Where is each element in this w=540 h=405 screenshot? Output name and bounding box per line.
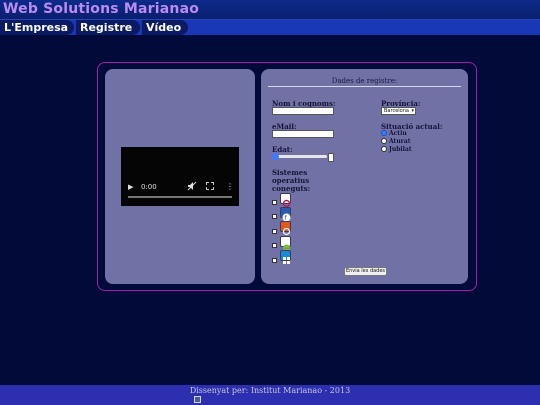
form-legend: Dades de registre:	[331, 77, 398, 85]
nav-tab-empresa[interactable]: L'Empresa	[0, 20, 74, 35]
os-label: Sistemes operatius coneguts:	[272, 168, 311, 193]
play-icon[interactable]: ▶	[128, 183, 133, 191]
main-nav: L'Empresa Registre Vídeo	[0, 20, 540, 35]
age-slider-handle[interactable]	[272, 153, 279, 160]
more-options-icon[interactable]: ⋮	[226, 182, 234, 191]
os-checkbox-ubuntu[interactable]	[272, 229, 277, 234]
status-option-aturat: Aturat	[389, 138, 411, 145]
validation-badge-icon[interactable]	[194, 396, 201, 403]
site-title: Web Solutions Marianao	[3, 1, 200, 17]
province-selected-value: Barcelona	[384, 108, 409, 114]
age-slider-track[interactable]	[274, 155, 327, 158]
name-input[interactable]	[272, 107, 334, 115]
email-input[interactable]	[272, 130, 334, 138]
video-time: 0:00	[141, 183, 157, 191]
debian-icon	[280, 193, 291, 208]
chevron-down-icon: ▾	[411, 108, 414, 114]
video-progress-bar[interactable]	[128, 196, 232, 198]
fullscreen-icon[interactable]	[206, 182, 214, 190]
age-value-box	[328, 153, 334, 162]
windows-icon	[280, 250, 291, 264]
status-radio-actiu[interactable]	[381, 130, 387, 136]
legend-divider	[268, 86, 461, 87]
submit-button[interactable]: Envia les dades	[344, 267, 387, 276]
os-checkbox-debian[interactable]	[272, 200, 277, 205]
province-select[interactable]: Barcelona ▾	[381, 107, 416, 115]
footer-credit: Dissenyat per: Institut Marianao - 2013	[189, 386, 351, 395]
ubuntu-icon	[280, 221, 291, 236]
header-bar: Web Solutions Marianao	[0, 0, 540, 20]
os-checkbox-fedora[interactable]	[272, 214, 277, 219]
os-checkbox-android[interactable]	[272, 243, 277, 248]
fedora-icon: f	[280, 207, 291, 222]
nav-tab-registre[interactable]: Registre	[76, 20, 140, 35]
status-radio-jubilat[interactable]	[381, 146, 387, 152]
status-option-actiu: Actiu	[389, 130, 407, 137]
status-radio-aturat[interactable]	[381, 138, 387, 144]
os-checkbox-windows[interactable]	[272, 258, 277, 263]
mute-icon[interactable]	[187, 181, 197, 191]
status-option-jubilat: Jubilat	[389, 146, 412, 153]
android-icon	[280, 236, 291, 251]
video-player[interactable]: ▶ 0:00 ⋮	[121, 147, 239, 206]
nav-tab-video[interactable]: Vídeo	[142, 20, 188, 35]
